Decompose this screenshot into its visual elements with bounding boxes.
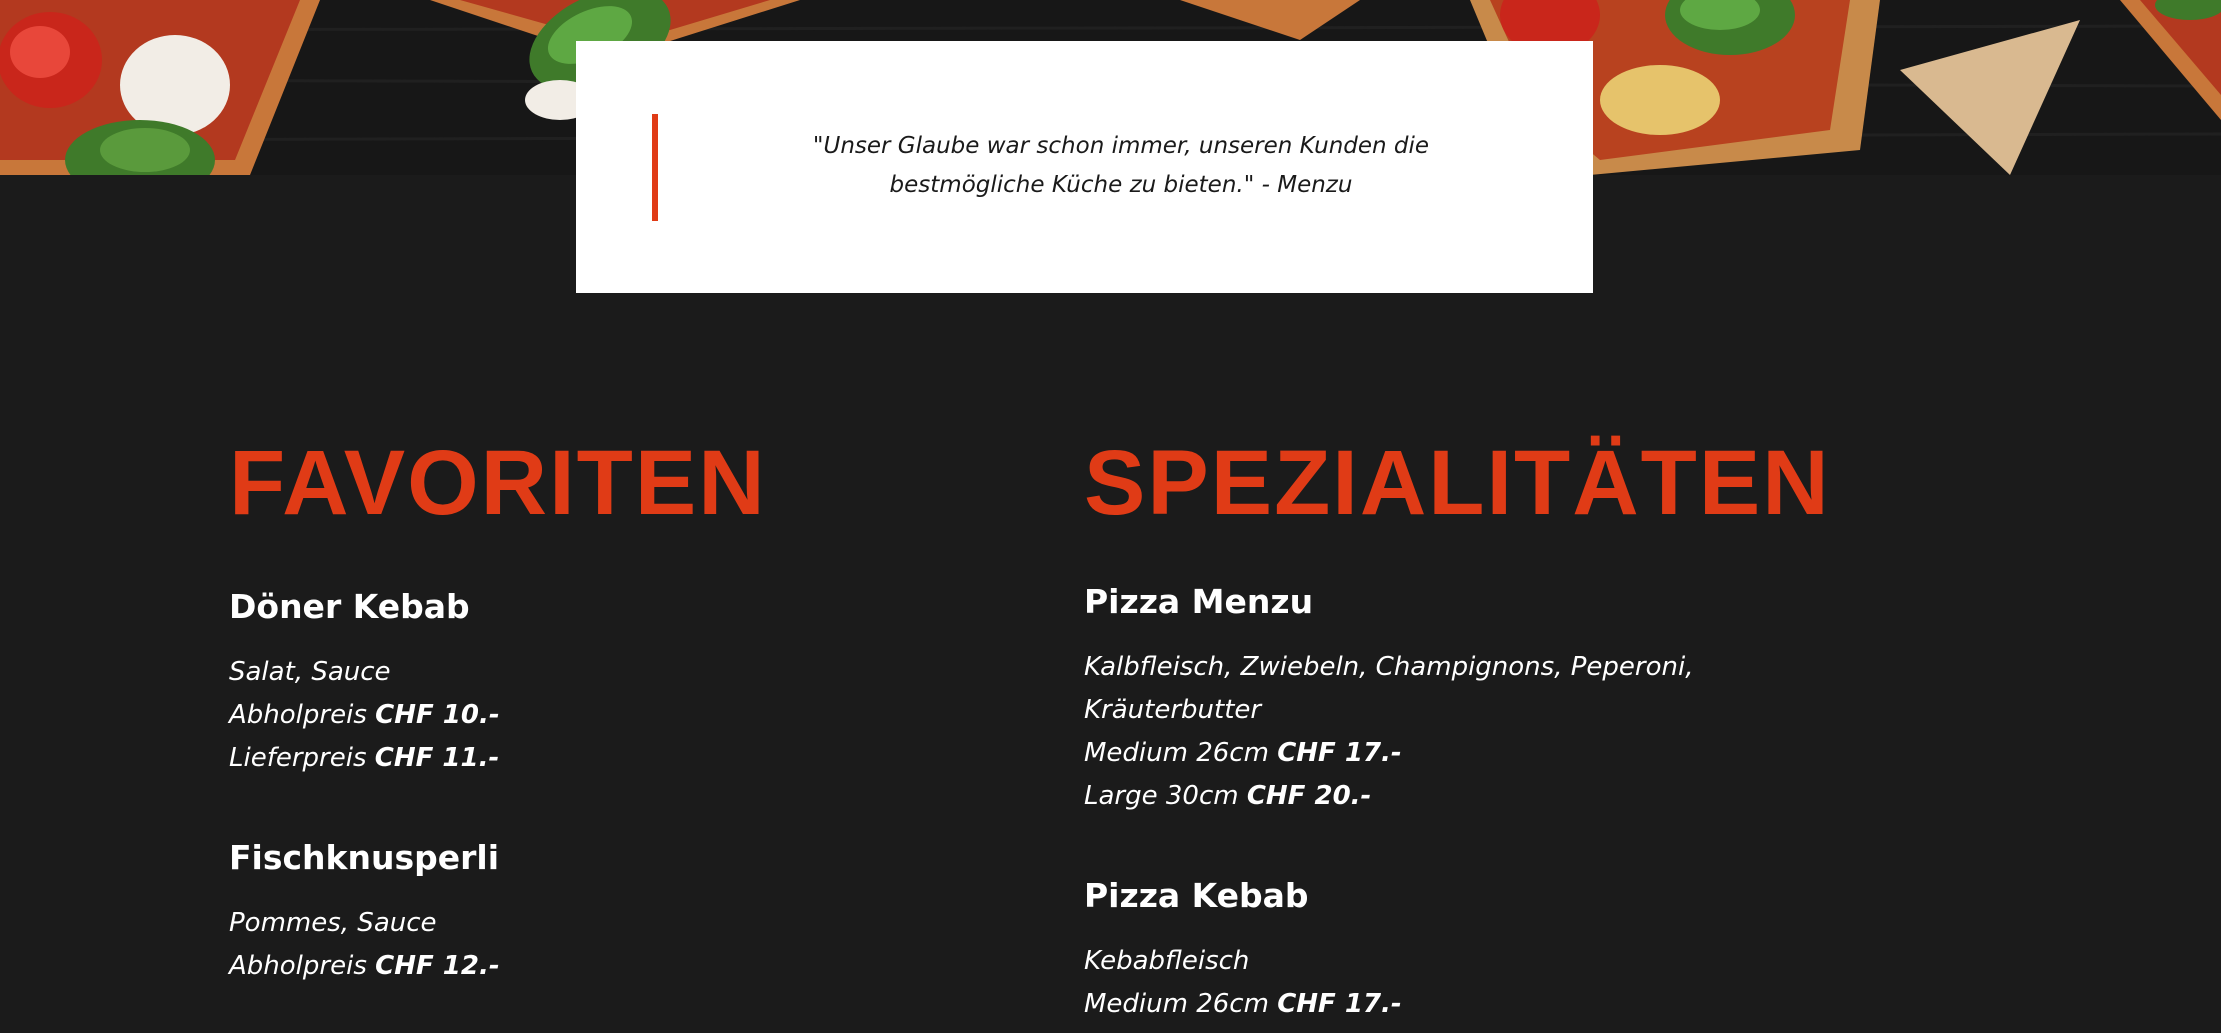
pickup-price: CHF 12.- <box>375 951 500 981</box>
large-price: CHF 20.- <box>1246 781 1372 811</box>
quote-line-1: "Unser Glaube war schon immer, unseren K… <box>812 133 1430 159</box>
pickup-label: Abholpreis <box>229 700 367 730</box>
item-name: Pizza Menzu <box>1084 582 1314 621</box>
pickup-label: Abholpreis <box>229 951 367 981</box>
item-medium-price-line: Medium 26cm CHF 17.- <box>1084 983 1864 1026</box>
quote-line-2: bestmögliche Küche zu bieten." - Menzu <box>889 172 1353 198</box>
item-description: Kebabfleisch <box>1084 946 1250 976</box>
menu-item-fischknusperli: Fischknusperli Pommes, Sauce Abholpreis … <box>229 838 1009 988</box>
medium-label: Medium 26cm <box>1084 738 1269 768</box>
item-name: Döner Kebab <box>229 587 470 626</box>
favoriten-section: FAVORITEN Döner Kebab Salat, Sauce Abhol… <box>229 420 1009 1033</box>
quote-text: "Unser Glaube war schon immer, unseren K… <box>686 127 1556 205</box>
medium-price: CHF 17.- <box>1277 738 1402 768</box>
medium-label: Medium 26cm <box>1084 989 1269 1019</box>
spezialitaeten-section: SPEZIALITÄTEN Pizza Menzu Kalbfleisch, Z… <box>1084 420 1864 1033</box>
menu-item-doener-kebab: Döner Kebab Salat, Sauce Abholpreis CHF … <box>229 587 1009 780</box>
menu-item-pizza-menzu: Pizza Menzu Kalbfleisch, Zwiebeln, Champ… <box>1084 582 1864 818</box>
item-name: Pizza Kebab <box>1084 876 1309 915</box>
delivery-price: CHF 11.- <box>374 743 500 773</box>
item-description-line-1: Kalbfleisch, Zwiebeln, Champignons, Pepe… <box>1084 652 1694 682</box>
item-delivery-price-line: Lieferpreis CHF 11.- <box>229 737 1009 780</box>
item-pickup-price-line: Abholpreis CHF 10.- <box>229 694 1009 737</box>
item-large-price-line: Large 30cm CHF 20.- <box>1084 775 1864 818</box>
spezialitaeten-title: SPEZIALITÄTEN <box>1084 432 1831 534</box>
quote-accent-bar <box>652 114 658 221</box>
item-name: Fischknusperli <box>229 838 500 877</box>
item-description: Salat, Sauce <box>229 657 391 687</box>
delivery-label: Lieferpreis <box>229 743 367 773</box>
item-medium-price-line: Medium 26cm CHF 17.- <box>1084 732 1864 775</box>
menu-item-pizza-kebab: Pizza Kebab Kebabfleisch Medium 26cm CHF… <box>1084 876 1864 1026</box>
favoriten-title: FAVORITEN <box>229 432 767 534</box>
item-description: Pommes, Sauce <box>229 908 437 938</box>
item-pickup-price-line: Abholpreis CHF 12.- <box>229 945 1009 988</box>
quote-card: "Unser Glaube war schon immer, unseren K… <box>576 41 1593 293</box>
medium-price: CHF 17.- <box>1277 989 1402 1019</box>
large-label: Large 30cm <box>1084 781 1239 811</box>
item-description-line-2: Kräuterbutter <box>1084 695 1262 725</box>
pickup-price: CHF 10.- <box>375 700 500 730</box>
page: "Unser Glaube war schon immer, unseren K… <box>0 0 2221 1033</box>
